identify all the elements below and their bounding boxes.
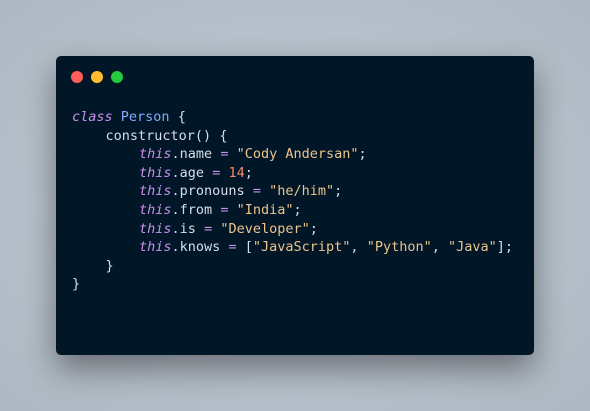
semicolon: ; [309, 220, 318, 237]
property-name: is [179, 220, 196, 237]
assign-operator: = [252, 183, 261, 200]
code-line: class Person { [72, 108, 513, 127]
semicolon: ; [334, 183, 343, 200]
code-line: this.age = 14; [72, 164, 513, 183]
code-line: this.knows = ["JavaScript", "Python", "J… [72, 238, 513, 257]
assign-operator: = [220, 201, 229, 218]
minimize-icon[interactable] [91, 71, 103, 83]
string-value: "Python" [366, 239, 432, 256]
class-close-brace: } [72, 276, 81, 293]
assign-operator: = [228, 239, 237, 256]
close-bracket: ] [496, 239, 505, 256]
string-value: "India" [236, 201, 294, 218]
this-keyword: this [139, 183, 172, 200]
close-icon[interactable] [71, 71, 83, 83]
property-name: knows [179, 239, 221, 256]
code-line: this.pronouns = "he/him"; [72, 182, 513, 201]
code-line: this.name = "Cody Andersan"; [72, 145, 513, 164]
window-controls [71, 71, 123, 83]
open-bracket: [ [244, 239, 253, 256]
comma: , [431, 239, 440, 256]
code-line: this.is = "Developer"; [72, 220, 513, 239]
class-keyword: class [72, 109, 113, 125]
code-line: this.from = "India"; [72, 201, 513, 220]
constructor-close-brace: } [105, 257, 114, 274]
constructor-parens: () [194, 127, 212, 144]
string-value: "Java" [448, 239, 497, 256]
code-line: constructor() { [72, 127, 513, 146]
open-brace: { [177, 109, 186, 125]
this-keyword: this [139, 201, 172, 218]
semicolon: ; [244, 164, 253, 181]
string-value: "Developer" [220, 220, 310, 237]
maximize-icon[interactable] [111, 71, 123, 83]
code-window: class Person {constructor() {this.name =… [56, 56, 534, 355]
dot: . [171, 201, 180, 218]
property-name: from [179, 201, 213, 218]
assign-operator: = [204, 220, 213, 237]
this-keyword: this [139, 146, 172, 163]
property-name: pronouns [179, 183, 245, 200]
string-value: "Cody Andersan" [236, 146, 359, 163]
this-keyword: this [139, 220, 172, 237]
semicolon: ; [358, 146, 367, 163]
this-keyword: this [139, 164, 172, 181]
number-value: 14 [228, 164, 245, 181]
this-keyword: this [139, 239, 172, 256]
property-name: name [179, 146, 213, 163]
code-line: } [72, 257, 513, 276]
dot: . [171, 220, 180, 237]
assign-operator: = [220, 146, 229, 163]
constructor-open-brace: { [219, 127, 228, 144]
code-block: class Person {constructor() {this.name =… [72, 108, 513, 294]
string-value: "JavaScript" [252, 239, 351, 256]
dot: . [171, 239, 180, 256]
constructor-keyword: constructor [105, 127, 195, 144]
string-value: "he/him" [269, 183, 335, 200]
dot: . [171, 164, 180, 181]
dot: . [171, 146, 180, 163]
dot: . [171, 183, 180, 200]
semicolon: ; [293, 201, 302, 218]
semicolon: ; [504, 239, 514, 256]
class-name: Person [120, 109, 170, 125]
assign-operator: = [212, 164, 221, 181]
property-name: age [179, 164, 205, 181]
comma: , [350, 239, 359, 256]
code-line: } [72, 275, 513, 294]
